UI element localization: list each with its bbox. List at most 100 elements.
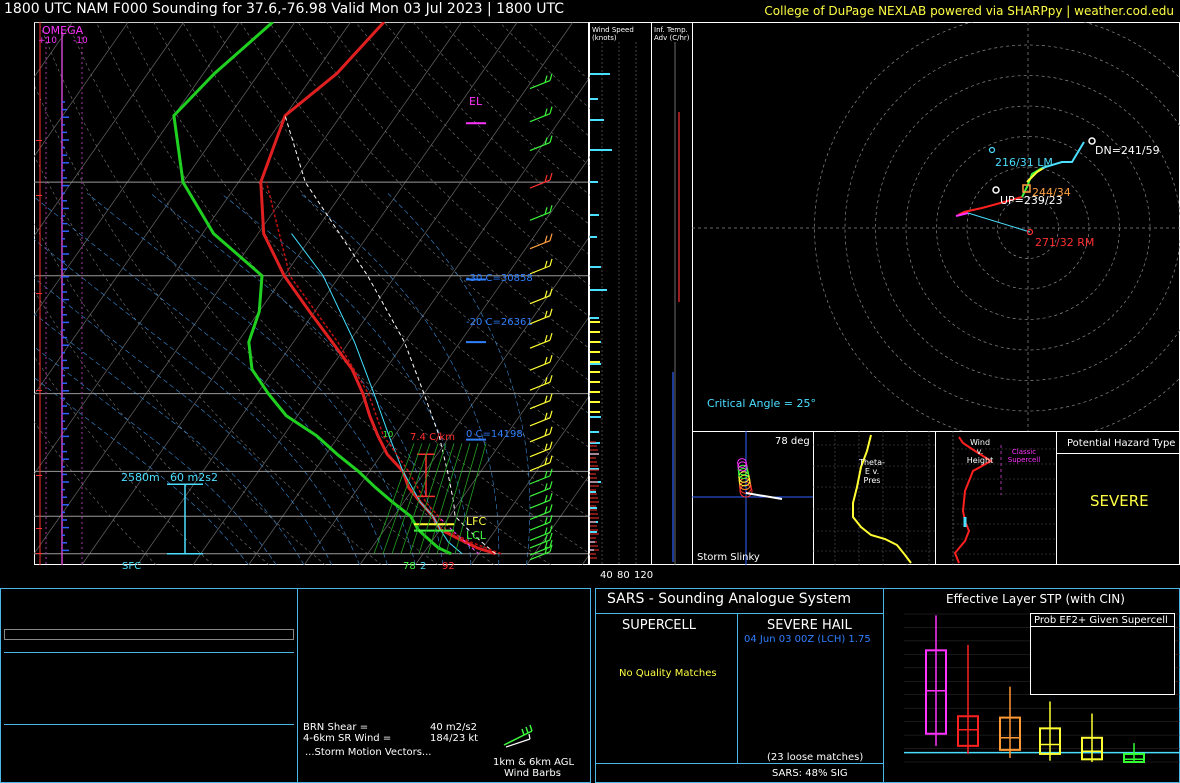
lcl-label: LCL	[466, 529, 486, 542]
mean-wind-label: 244/34	[1032, 186, 1071, 199]
page-title: 1800 UTC NAM F000 Sounding for 37.6,-76.…	[4, 1, 565, 17]
omega-tick-pos: +10	[38, 36, 57, 46]
wind-barb-flag	[549, 426, 553, 434]
sfc-label: SFC	[122, 561, 142, 572]
omega-tick-neg: -10	[73, 36, 88, 46]
hazard-title: Potential Hazard Type	[1067, 438, 1176, 449]
wind-barb-flag	[549, 354, 553, 363]
wind-barb	[529, 433, 551, 443]
slinky-vector	[745, 492, 783, 500]
theta-e-profile	[852, 434, 912, 564]
wind-barb	[529, 141, 551, 152]
wind-barb-flag	[549, 504, 553, 512]
moist-adiabat	[34, 346, 277, 565]
moist-adiabat	[34, 313, 305, 565]
storm-slinky-chart	[692, 431, 814, 565]
eff-inflow-top-label: 2580m	[121, 471, 160, 484]
el-label: EL	[469, 95, 483, 108]
wind-barb	[529, 179, 551, 189]
bottom-thermo-panel	[0, 588, 298, 783]
wind-barb-flag	[549, 106, 553, 114]
wind-barb-flag	[549, 375, 553, 383]
slinky-deg: 78 deg	[775, 436, 810, 447]
lfc-label: LFC	[466, 515, 487, 528]
wind-barb-flag	[549, 332, 553, 341]
isotherm-line	[34, 22, 129, 158]
credit-text: College of DuPage NEXLAB powered via SHA…	[764, 4, 1174, 18]
sars-hail-title: SEVERE HAIL	[767, 618, 852, 633]
height-tick	[36, 390, 42, 391]
right-mover-label: 271/32 RM	[1035, 236, 1095, 249]
wind-barb-flag	[549, 441, 553, 449]
sars-title: SARS - Sounding Analogue System	[607, 591, 851, 607]
wind-tick-120: 120	[634, 570, 654, 581]
barb-label-2: Wind Barbs	[504, 768, 561, 779]
wind-barb	[529, 448, 551, 458]
bunkers-right-line	[967, 212, 1031, 233]
wind-barb-flag	[549, 468, 553, 477]
max-lapse-label: 7.4 C/km	[410, 432, 455, 443]
dry-adiabat	[182, 22, 590, 449]
moist-adiabat	[34, 196, 388, 565]
dry-adiabat	[499, 22, 590, 110]
dry-adiabat	[412, 22, 590, 196]
wind-barb	[529, 113, 551, 123]
wind-tick-40: 40	[600, 570, 613, 581]
sars-no-match: No Quality Matches	[619, 668, 717, 679]
wind-barb-flag	[549, 308, 553, 316]
wind-barb	[529, 211, 551, 221]
height-tick	[36, 475, 42, 476]
dry-adiabat	[211, 22, 590, 415]
sars-supercell-title: SUPERCELL	[622, 618, 696, 633]
theta-e-title: Theta-E v. Pres	[859, 458, 885, 485]
lapse-ten-label: 10	[383, 430, 394, 439]
sfc-temperature: 92	[442, 561, 455, 572]
isotherm-line	[34, 22, 185, 237]
srwind-value: 184/23 kt	[430, 733, 479, 744]
isotherm-line	[34, 22, 407, 555]
wind-speed-chart	[590, 42, 637, 565]
moist-adiabat	[34, 238, 360, 565]
height-tick	[36, 293, 42, 294]
wind-barb	[529, 295, 551, 305]
theta-e-chart	[813, 431, 936, 565]
wind-barb-flag	[549, 135, 553, 143]
wind-height-title: Wind v. Height	[966, 438, 994, 465]
wind-barb-flag	[549, 481, 553, 489]
height-tick	[36, 528, 42, 529]
wind-barb	[529, 417, 551, 427]
left-mover-label: 216/31 LM	[995, 156, 1053, 169]
eff-srh-label: 60 m2s2	[170, 471, 218, 484]
isotherm-line	[34, 22, 296, 396]
wind-barb	[529, 80, 551, 90]
height-tick	[36, 140, 42, 141]
isotherm-0-label: 0 C=14198	[466, 429, 523, 440]
sfc-dewpoint: 78	[403, 561, 416, 572]
wind-tick-80: 80	[617, 570, 630, 581]
corfidi-up-marker	[992, 186, 1000, 194]
wind-barb	[529, 462, 551, 472]
left-mover-marker	[988, 146, 996, 154]
isotherm-line	[526, 473, 590, 565]
dry-adiabat	[268, 22, 590, 350]
sars-sig: SARS: 48% SIG	[772, 768, 848, 779]
dry-adiabat	[34, 83, 439, 565]
wind-barb	[529, 361, 551, 371]
parcel-highlight	[4, 629, 294, 640]
moist-adiabat	[34, 377, 249, 565]
wind-barb-flag	[549, 493, 553, 501]
sfc-wetbulb: 2	[420, 561, 427, 572]
wind-barb	[529, 475, 551, 485]
hazard-value: SEVERE	[1090, 492, 1149, 510]
height-tick	[36, 195, 42, 196]
agl-wind-barbs	[503, 724, 533, 748]
hodograph-chart	[692, 22, 1180, 432]
wind-barb-flag	[549, 455, 553, 463]
wind-barb-flag	[549, 532, 553, 541]
dry-adiabat	[527, 22, 590, 82]
wind-barb	[529, 240, 551, 250]
wind-barb-flag	[549, 172, 553, 181]
height-tick	[36, 553, 42, 554]
wind-barb-flag	[549, 73, 553, 81]
srwind-label: 4-6km SR Wind =	[303, 733, 392, 744]
